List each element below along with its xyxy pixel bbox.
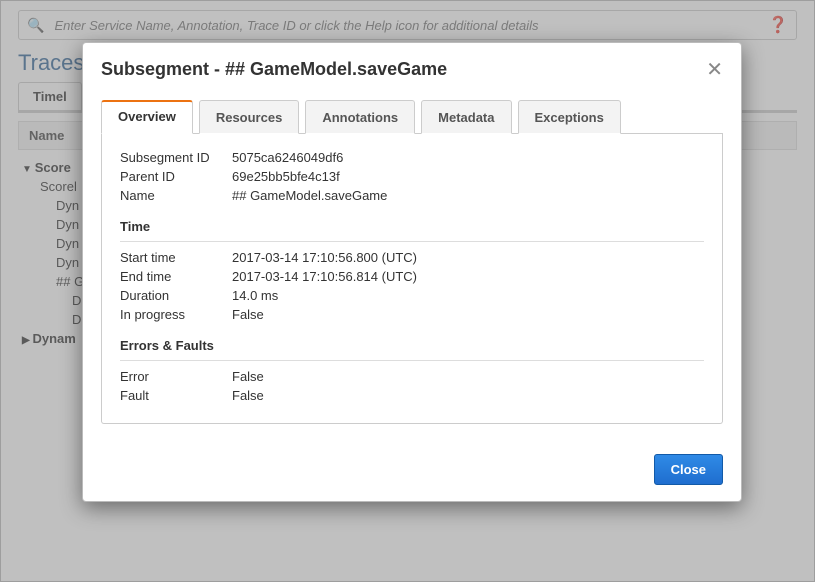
overview-panel: Subsegment ID5075ca6246049df6 Parent ID6…: [101, 134, 723, 424]
value-end-time: 2017-03-14 17:10:56.814 (UTC): [232, 269, 704, 284]
value-start-time: 2017-03-14 17:10:56.800 (UTC): [232, 250, 704, 265]
modal-tabs: Overview Resources Annotations Metadata …: [101, 100, 723, 134]
divider: [120, 241, 704, 242]
close-icon[interactable]: ✕: [706, 60, 723, 80]
tab-overview[interactable]: Overview: [101, 100, 193, 134]
modal-header: Subsegment - ## GameModel.saveGame ✕: [83, 43, 741, 94]
subsegment-modal: Subsegment - ## GameModel.saveGame ✕ Ove…: [82, 42, 742, 502]
tab-annotations[interactable]: Annotations: [305, 100, 415, 134]
tab-resources[interactable]: Resources: [199, 100, 299, 134]
label-subsegment-id: Subsegment ID: [120, 150, 232, 165]
value-fault: False: [232, 388, 704, 403]
modal-footer: Close: [83, 442, 741, 501]
heading-time: Time: [120, 219, 704, 237]
value-subsegment-id: 5075ca6246049df6: [232, 150, 704, 165]
label-in-progress: In progress: [120, 307, 232, 322]
label-name: Name: [120, 188, 232, 203]
value-name: ## GameModel.saveGame: [232, 188, 704, 203]
label-parent-id: Parent ID: [120, 169, 232, 184]
value-in-progress: False: [232, 307, 704, 322]
heading-errors: Errors & Faults: [120, 338, 704, 356]
label-start-time: Start time: [120, 250, 232, 265]
modal-title: Subsegment - ## GameModel.saveGame: [101, 59, 706, 80]
tab-metadata[interactable]: Metadata: [421, 100, 511, 134]
tab-exceptions[interactable]: Exceptions: [518, 100, 621, 134]
value-error: False: [232, 369, 704, 384]
label-end-time: End time: [120, 269, 232, 284]
label-error: Error: [120, 369, 232, 384]
close-button[interactable]: Close: [654, 454, 723, 485]
label-fault: Fault: [120, 388, 232, 403]
label-duration: Duration: [120, 288, 232, 303]
divider: [120, 360, 704, 361]
value-duration: 14.0 ms: [232, 288, 704, 303]
value-parent-id: 69e25bb5bfe4c13f: [232, 169, 704, 184]
